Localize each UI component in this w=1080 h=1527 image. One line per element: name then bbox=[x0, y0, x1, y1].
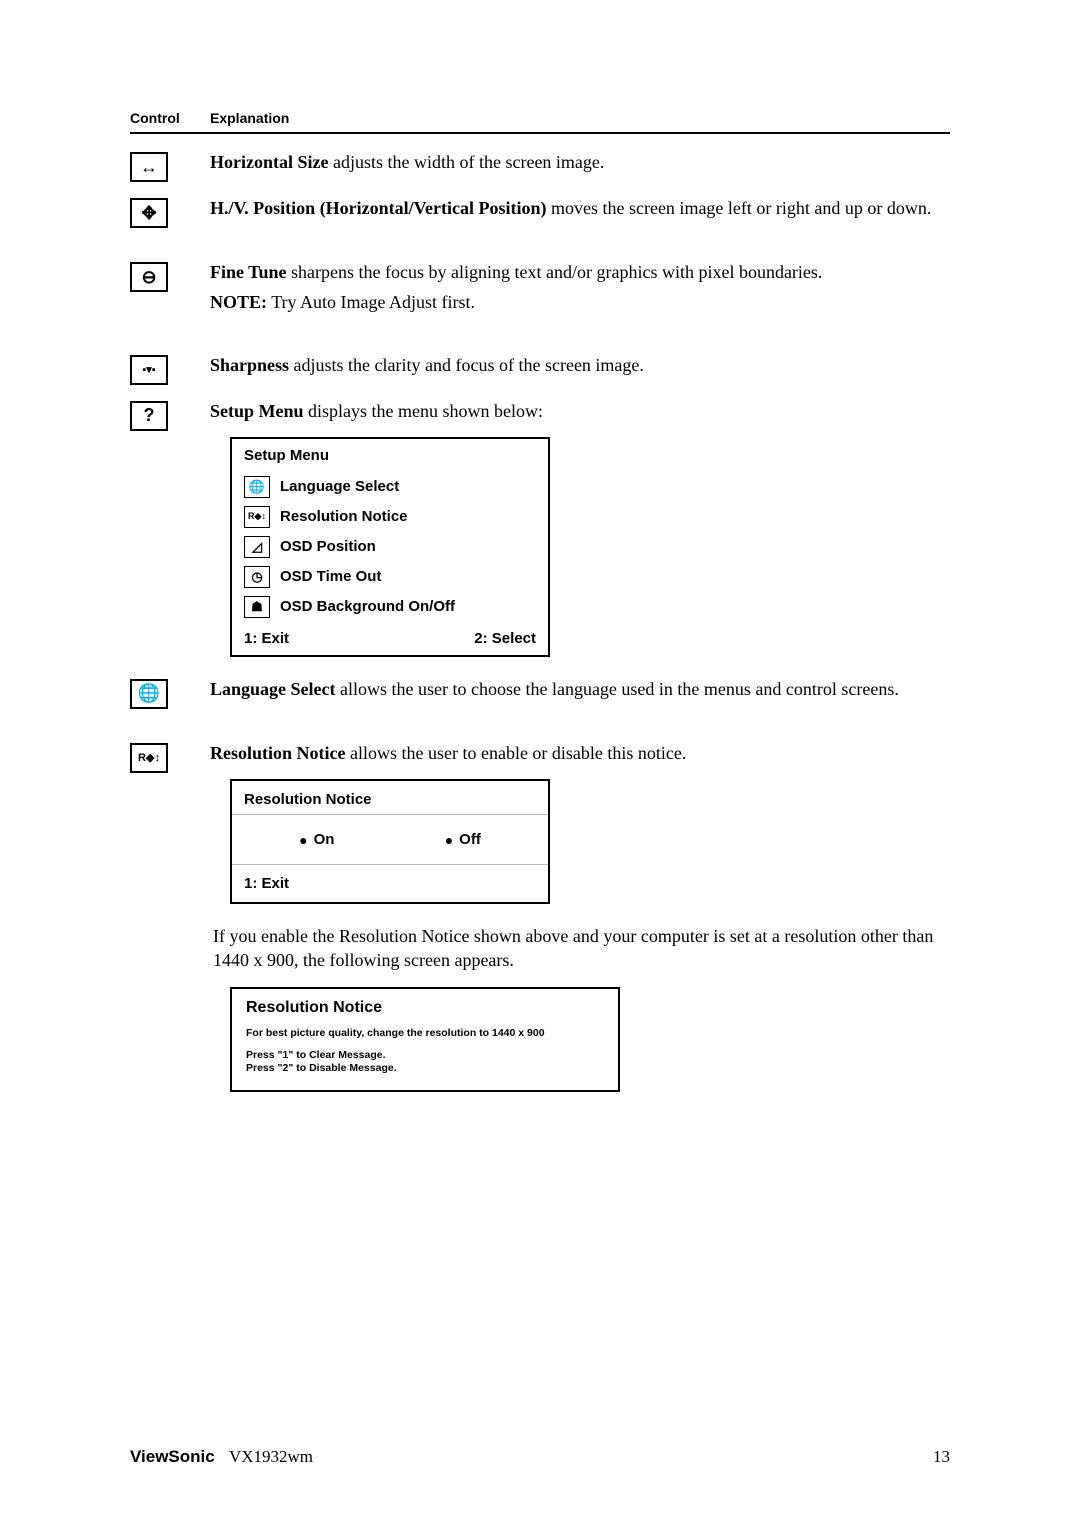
hsize-title: Horizontal Size bbox=[210, 152, 328, 172]
osd-item: R◆↕ Resolution Notice bbox=[232, 502, 548, 532]
hvpos-icon: ✥ bbox=[130, 198, 168, 228]
row-setup-menu: ? Setup Menu displays the menu shown bel… bbox=[130, 399, 950, 657]
background-icon: ☗ bbox=[244, 596, 270, 618]
radio-off: Off bbox=[445, 831, 481, 848]
resnotice-title: Resolution Notice bbox=[210, 743, 345, 763]
notice-line2: Press "2" to Disable Message. bbox=[246, 1062, 604, 1076]
sharpness-icon: ▪▾▪ bbox=[130, 355, 168, 385]
row-sharpness: ▪▾▪ Sharpness adjusts the clarity and fo… bbox=[130, 353, 950, 385]
resolution-notice-icon: R◆↕ bbox=[130, 743, 168, 773]
resolution-notice-panel: Resolution Notice On Off 1: Exit bbox=[230, 779, 550, 904]
notice-title: Resolution Notice bbox=[246, 999, 604, 1017]
osd-item-label: Resolution Notice bbox=[280, 508, 408, 525]
osd-item-label: Language Select bbox=[280, 478, 399, 495]
osd-item: ☗ OSD Background On/Off bbox=[232, 592, 548, 622]
finetune-title: Fine Tune bbox=[210, 262, 287, 282]
osd-footer-select: 2: Select bbox=[474, 630, 536, 647]
setupmenu-icon: ? bbox=[130, 401, 168, 431]
hvpos-body: moves the screen image left or right and… bbox=[546, 198, 931, 218]
res-panel-title: Resolution Notice bbox=[232, 781, 548, 814]
setupmenu-title: Setup Menu bbox=[210, 401, 304, 421]
finetune-body: sharpens the focus by aligning text and/… bbox=[287, 262, 823, 282]
timeout-icon: ◷ bbox=[244, 566, 270, 588]
page-footer: ViewSonic VX1932wm 13 bbox=[130, 1447, 950, 1467]
row-language-select: 🌐 Language Select allows the user to cho… bbox=[130, 677, 950, 709]
osd-setup-panel: Setup Menu 🌐 Language Select R◆↕ Resolutio… bbox=[230, 437, 550, 657]
position-icon: ◿ bbox=[244, 536, 270, 558]
osd-item-label: OSD Position bbox=[280, 538, 376, 555]
res-panel-footer: 1: Exit bbox=[232, 865, 548, 902]
table-header: Control Explanation bbox=[130, 110, 950, 134]
osd-item: ◷ OSD Time Out bbox=[232, 562, 548, 592]
resnotice-body: allows the user to enable or disable thi… bbox=[345, 743, 686, 763]
footer-brand: ViewSonic bbox=[130, 1447, 215, 1466]
notice-line1: Press "1" to Clear Message. bbox=[246, 1049, 604, 1063]
osd-item: 🌐 Language Select bbox=[232, 472, 548, 502]
sharpness-title: Sharpness bbox=[210, 355, 289, 375]
finetune-icon: ⊖ bbox=[130, 262, 168, 292]
osd-item-label: OSD Time Out bbox=[280, 568, 381, 585]
row-horizontal-size: ↔ Horizontal Size adjusts the width of t… bbox=[130, 150, 950, 182]
hvpos-title: H./V. Position (Horizontal/Vertical Posi… bbox=[210, 198, 546, 218]
osd-item-label: OSD Background On/Off bbox=[280, 598, 455, 615]
osd-footer-exit: 1: Exit bbox=[244, 630, 289, 647]
row-fine-tune: ⊖ Fine Tune sharpens the focus by aligni… bbox=[130, 260, 950, 321]
row-resolution-notice: R◆↕ Resolution Notice allows the user to… bbox=[130, 741, 950, 1092]
footer-model: VX1932wm bbox=[229, 1447, 313, 1466]
finetune-note-body: Try Auto Image Adjust first. bbox=[267, 292, 475, 312]
row-hv-position: ✥ H./V. Position (Horizontal/Vertical Po… bbox=[130, 196, 950, 228]
langselect-title: Language Select bbox=[210, 679, 336, 699]
hsize-body: adjusts the width of the screen image. bbox=[328, 152, 604, 172]
osd-setup-title: Setup Menu bbox=[232, 439, 548, 472]
notice-sub: For best picture quality, change the res… bbox=[246, 1027, 604, 1039]
sharpness-body: adjusts the clarity and focus of the scr… bbox=[289, 355, 644, 375]
header-explanation: Explanation bbox=[210, 110, 950, 126]
globe-icon: 🌐 bbox=[244, 476, 270, 498]
osd-item: ◿ OSD Position bbox=[232, 532, 548, 562]
resolution-icon: R◆↕ bbox=[244, 506, 270, 528]
res-after-text: If you enable the Resolution Notice show… bbox=[213, 924, 950, 973]
resolution-notice-message-panel: Resolution Notice For best picture quali… bbox=[230, 987, 620, 1092]
finetune-note-label: NOTE: bbox=[210, 292, 267, 312]
radio-on: On bbox=[299, 831, 334, 848]
page-number: 13 bbox=[933, 1447, 950, 1467]
langselect-body: allows the user to choose the language u… bbox=[336, 679, 899, 699]
header-control: Control bbox=[130, 110, 210, 126]
hsize-icon: ↔ bbox=[130, 152, 168, 182]
setupmenu-body: displays the menu shown below: bbox=[304, 401, 543, 421]
language-select-icon: 🌐 bbox=[130, 679, 168, 709]
